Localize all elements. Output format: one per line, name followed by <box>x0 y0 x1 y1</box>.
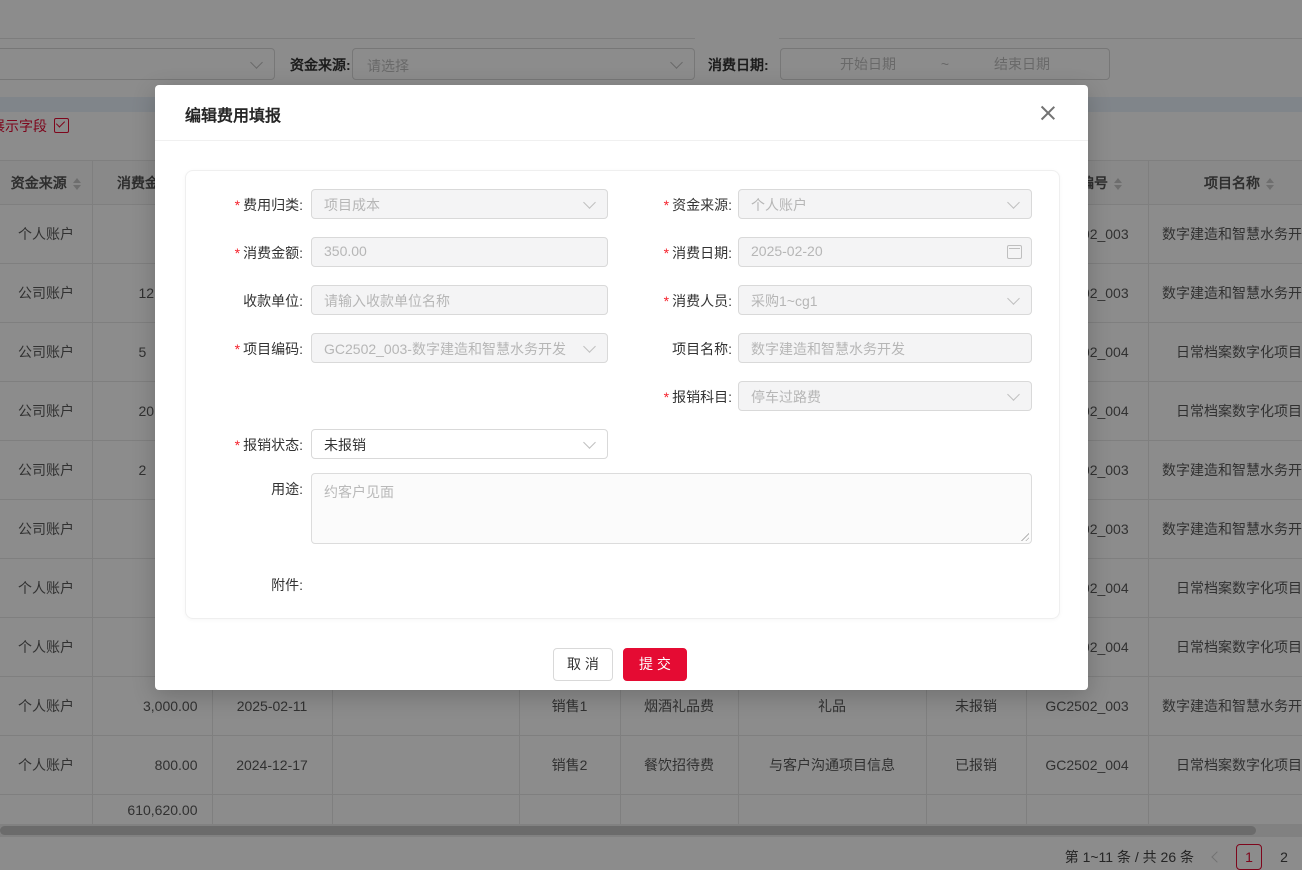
status-label: *报销状态: <box>186 435 303 455</box>
person-select[interactable]: 采购1~cg1 <box>738 285 1032 315</box>
date-label: *消费日期: <box>592 243 732 263</box>
attachment-label: 附件: <box>186 575 303 595</box>
submit-button[interactable]: 提 交 <box>623 648 687 681</box>
modal-divider <box>155 140 1088 141</box>
project-name-input[interactable]: 数字建造和智慧水务开发 <box>738 333 1032 363</box>
calendar-icon <box>1007 245 1022 259</box>
project-name-label: 项目名称: <box>592 339 732 359</box>
purpose-label: 用途: <box>186 479 303 499</box>
amount-input[interactable]: 350.00 <box>311 237 608 267</box>
expense-report-page: 资金来源: 请选择 消费日期: 开始日期 ~ 结束日期 展示字段 资金来源 消费… <box>0 0 1302 870</box>
person-label: *消费人员: <box>592 291 732 311</box>
form-card: *费用归类: 项目成本 *资金来源: 个人账户 *消费金额: 350.00 *消… <box>185 170 1060 619</box>
amount-label: *消费金额: <box>186 243 303 263</box>
category-label: *费用归类: <box>186 195 303 215</box>
payee-input[interactable]: 请输入收款单位名称 <box>311 285 608 315</box>
edit-expense-modal: 编辑费用填报 *费用归类: 项目成本 *资金来源: 个人账户 *消费金额: 35… <box>155 85 1088 690</box>
cancel-button[interactable]: 取 消 <box>553 648 613 681</box>
payee-label: 收款单位: <box>186 291 303 311</box>
purpose-textarea[interactable]: 约客户见面 <box>311 473 1032 544</box>
fund-source-select[interactable]: 个人账户 <box>738 189 1032 219</box>
modal-title: 编辑费用填报 <box>185 102 281 126</box>
status-select[interactable]: 未报销 <box>311 429 608 459</box>
project-code-label: *项目编码: <box>186 339 303 359</box>
chevron-down-icon <box>1007 292 1020 305</box>
chevron-down-icon <box>1007 196 1020 209</box>
subject-label: *报销科目: <box>592 387 732 407</box>
subject-select[interactable]: 停车过路费 <box>738 381 1032 411</box>
close-icon[interactable] <box>1040 105 1056 121</box>
date-input[interactable]: 2025-02-20 <box>738 237 1032 267</box>
chevron-down-icon <box>1007 388 1020 401</box>
project-code-select[interactable]: GC2502_003-数字建造和智慧水务开发 <box>311 333 608 363</box>
category-select[interactable]: 项目成本 <box>311 189 608 219</box>
chevron-down-icon <box>583 436 596 449</box>
fund-source-label: *资金来源: <box>592 195 732 215</box>
